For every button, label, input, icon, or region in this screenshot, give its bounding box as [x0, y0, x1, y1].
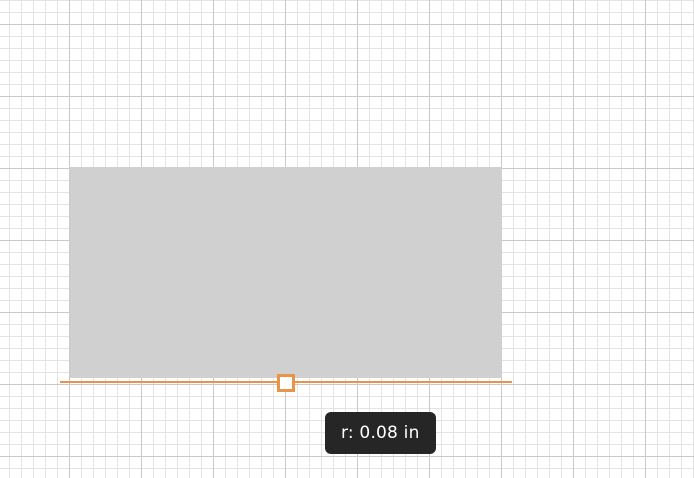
measurement-tooltip-text: r: 0.08 in — [341, 423, 420, 443]
measurement-tooltip: r: 0.08 in — [325, 412, 436, 454]
resize-handle-icon[interactable] — [277, 374, 295, 392]
rectangle-shape[interactable] — [70, 167, 502, 378]
grid-canvas[interactable]: r: 0.08 in — [0, 0, 694, 478]
